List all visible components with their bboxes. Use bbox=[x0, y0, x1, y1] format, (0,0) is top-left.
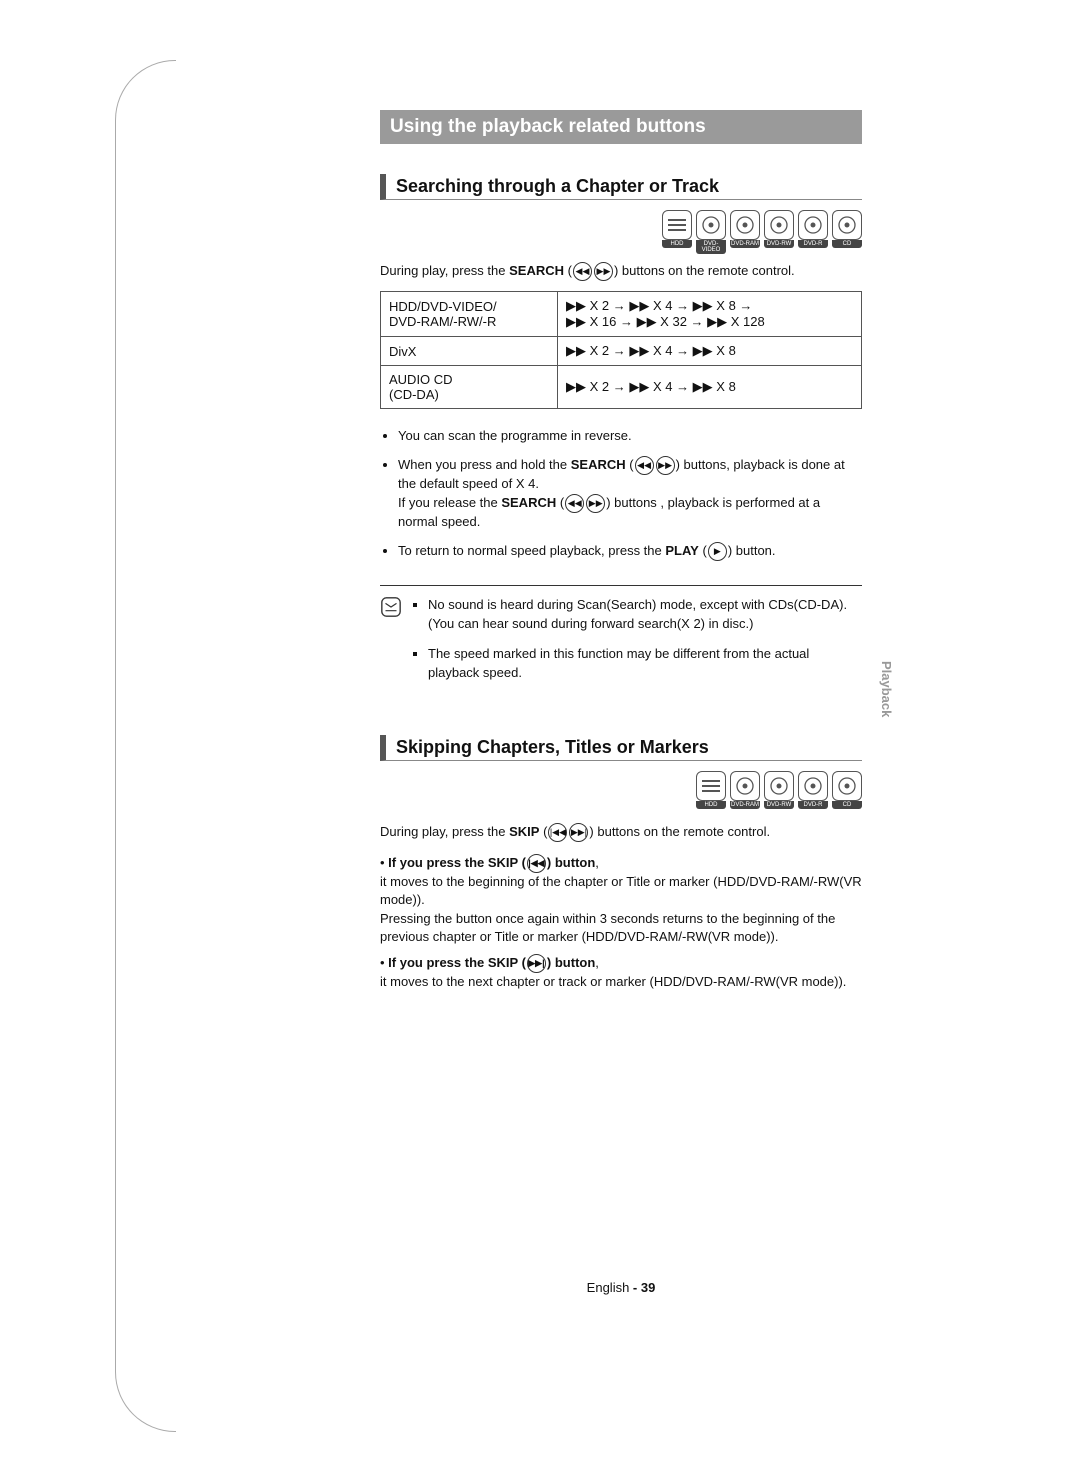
page-footer: English - 39 bbox=[380, 1280, 862, 1295]
play-icon: ▶ bbox=[708, 542, 727, 561]
note-item: No sound is heard during Scan(Search) mo… bbox=[428, 596, 862, 634]
disc-icon-row-1: HDD DVD-VIDEO DVD-RAM DVD-RW DVD-R CD bbox=[380, 210, 862, 246]
disc-icon-dvd-r: DVD-R bbox=[798, 210, 828, 246]
disc-icon-hdd: HDD bbox=[696, 771, 726, 807]
search-fwd-icon: ▶▶ bbox=[586, 494, 605, 513]
search-rev-icon: ◀◀ bbox=[565, 494, 584, 513]
search-rev-icon: ◀◀ bbox=[635, 456, 654, 475]
bullet-list-1: You can scan the programme in reverse. W… bbox=[380, 427, 862, 561]
table-row: ▶▶ X 2 → ▶▶ X 4 → ▶▶ X 8 bbox=[558, 366, 862, 409]
disc-icon-cd: CD bbox=[832, 771, 862, 807]
page-curve bbox=[115, 60, 176, 1432]
skip-back-block: • If you press the SKIP (|◀◀) button, it… bbox=[380, 854, 862, 991]
speed-table: HDD/DVD-VIDEO/ DVD-RAM/-RW/-R ▶▶ X 2 → ▶… bbox=[380, 291, 862, 409]
table-row: ▶▶ X 2 → ▶▶ X 4 → ▶▶ X 8 → ▶▶ X 16 → ▶▶ … bbox=[558, 292, 862, 337]
disc-icon-dvd-ram: DVD-RAM bbox=[730, 210, 760, 246]
skip-back-icon: |◀◀ bbox=[548, 823, 567, 842]
list-item: When you press and hold the SEARCH (◀◀▶▶… bbox=[398, 456, 862, 532]
skip-fwd-icon: ▶▶| bbox=[569, 823, 588, 842]
skip-fwd-icon: ▶▶| bbox=[527, 954, 546, 973]
side-tab-playback: Playback bbox=[879, 661, 894, 717]
disc-icon-row-2: HDD DVD-RAM DVD-RW DVD-R CD bbox=[380, 771, 862, 807]
divider bbox=[380, 585, 862, 586]
disc-icon-dvd-ram: DVD-RAM bbox=[730, 771, 760, 807]
table-row: DivX bbox=[381, 337, 558, 366]
search-rev-icon: ◀◀ bbox=[573, 262, 592, 281]
search-fwd-icon: ▶▶ bbox=[594, 262, 613, 281]
list-item: You can scan the programme in reverse. bbox=[398, 427, 862, 446]
skip-back-icon: |◀◀ bbox=[527, 854, 546, 873]
table-row: ▶▶ X 2 → ▶▶ X 4 → ▶▶ X 8 bbox=[558, 337, 862, 366]
disc-icon-cd: CD bbox=[832, 210, 862, 246]
disc-icon-dvd-r: DVD-R bbox=[798, 771, 828, 807]
subhead-skipping: Skipping Chapters, Titles or Markers bbox=[380, 735, 862, 761]
disc-icon-dvd-rw: DVD-RW bbox=[764, 210, 794, 246]
disc-icon-dvd-video: DVD-VIDEO bbox=[696, 210, 726, 246]
note-block: No sound is heard during Scan(Search) mo… bbox=[380, 596, 862, 695]
subhead-searching: Searching through a Chapter or Track bbox=[380, 174, 862, 200]
intro-line-search: During play, press the SEARCH (◀◀▶▶) but… bbox=[380, 262, 862, 281]
disc-icon-dvd-rw: DVD-RW bbox=[764, 771, 794, 807]
disc-icon-hdd: HDD bbox=[662, 210, 692, 246]
table-row: AUDIO CD (CD-DA) bbox=[381, 366, 558, 409]
intro-line-skip: During play, press the SKIP (|◀◀▶▶|) but… bbox=[380, 823, 862, 842]
section-bar: Using the playback related buttons bbox=[380, 110, 862, 144]
search-fwd-icon: ▶▶ bbox=[656, 456, 675, 475]
list-item: To return to normal speed playback, pres… bbox=[398, 542, 862, 561]
note-item: The speed marked in this function may be… bbox=[428, 645, 862, 683]
note-icon bbox=[380, 596, 402, 618]
table-row: HDD/DVD-VIDEO/ DVD-RAM/-RW/-R bbox=[381, 292, 558, 337]
